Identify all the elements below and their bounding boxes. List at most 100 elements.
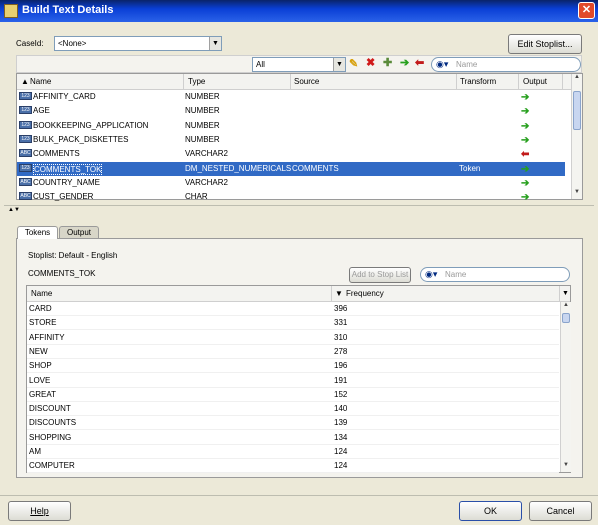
tokens-scrollbar[interactable]: ▲ ▼ <box>560 302 571 472</box>
output-arrow-icon[interactable]: ➔ <box>521 135 529 146</box>
filter-select[interactable]: All ▼ <box>252 57 346 72</box>
table-row[interactable]: NEW 278 <box>27 345 559 359</box>
token-name: AFFINITY <box>29 332 65 342</box>
table-row[interactable]: GREAT 152 <box>27 388 559 402</box>
col-header-token-name[interactable]: Name <box>27 286 332 301</box>
table-row[interactable]: ABC COMMENTS VARCHAR2 ⬅ <box>17 147 565 161</box>
output-arrow-icon[interactable]: ➔ <box>521 106 529 117</box>
close-icon[interactable]: ✕ <box>578 2 595 19</box>
column-name: BOOKKEEPING_APPLICATION <box>33 120 149 130</box>
column-type: DM_NESTED_NUMERICALS <box>185 163 292 173</box>
output-arrow-icon[interactable]: ➔ <box>521 121 529 132</box>
table-row[interactable]: SHOPPING 134 <box>27 431 559 445</box>
edit-stoplist-button[interactable]: Edit Stoplist... <box>508 34 582 54</box>
table-row[interactable]: ABC COUNTRY_NAME VARCHAR2 ➔ <box>17 176 565 190</box>
column-name: CUST_GENDER <box>33 192 94 202</box>
table-row[interactable]: ABC CUST_GENDER CHAR ➔ <box>17 190 565 204</box>
tokens-search-input[interactable]: ◉▾ Name <box>420 267 570 282</box>
tab-tokens[interactable]: Tokens <box>17 226 58 239</box>
col-header-type-label: Type <box>188 77 206 86</box>
caseid-label: CaseId: <box>16 39 44 48</box>
chevron-down-icon[interactable]: ▼ <box>209 37 221 50</box>
title-bar: Build Text Details ✕ <box>0 0 598 22</box>
no-output-icon[interactable]: ⬅ <box>521 149 529 160</box>
column-type: NUMBER <box>185 106 220 116</box>
ok-button[interactable]: OK <box>459 501 522 521</box>
binoculars-icon[interactable]: ◉▾ <box>436 59 448 70</box>
token-name: DISCOUNT <box>29 404 71 414</box>
table-row[interactable]: STORE 331 <box>27 316 559 331</box>
token-name: STORE <box>29 318 57 328</box>
column-type-icon: ABC <box>19 192 32 201</box>
edit-pencil-icon[interactable]: ✎ <box>349 57 358 70</box>
col-header-name[interactable]: ▲ Name <box>17 74 184 89</box>
col-header-transform[interactable]: Transform <box>457 74 519 89</box>
add-icon[interactable]: ✚ <box>383 56 392 69</box>
columns-search-input[interactable]: ◉▾ Name <box>431 57 581 72</box>
col-header-source[interactable]: Source <box>291 74 457 89</box>
table-row[interactable]: SHOP 196 <box>27 359 559 374</box>
token-name: LOVE <box>29 375 51 385</box>
output-arrow-icon[interactable]: ➔ <box>521 164 529 175</box>
stoplist-label: Stoplist: Default - English <box>28 251 118 260</box>
token-frequency: 124 <box>334 461 348 471</box>
col-header-output[interactable]: Output <box>519 74 563 89</box>
help-button[interactable]: Help <box>8 501 71 521</box>
table-row[interactable]: DISCOUNT 140 <box>27 402 559 417</box>
token-name: GREAT <box>29 389 56 399</box>
binoculars-icon[interactable]: ◉▾ <box>425 269 437 280</box>
column-type-icon: 123 <box>19 106 32 115</box>
columns-table-header: ▲ Name Type Source Transform Output <box>17 74 572 90</box>
tokens-table: Name ▼ Frequency ▼ CARD 396 STORE 331 AFFINIT… <box>26 285 571 474</box>
column-menu-icon[interactable]: ▼ <box>561 286 570 301</box>
output-arrow-icon[interactable]: ➔ <box>521 192 529 203</box>
cancel-button[interactable]: Cancel <box>529 501 592 521</box>
table-row[interactable]: 123 COMMENTS_TOK DM_NESTED_NUMERICALS COMME… <box>17 161 565 176</box>
columns-scrollbar[interactable]: ▲ ▼ <box>571 74 582 199</box>
col-header-frequency-label: Frequency <box>346 289 384 298</box>
sort-down-icon: ▼ <box>335 289 343 298</box>
table-row[interactable]: AM 124 <box>27 445 559 459</box>
table-row[interactable]: 123 BULK_PACK_DISKETTES NUMBER ➔ <box>17 133 565 147</box>
table-row[interactable]: CARD 396 <box>27 302 559 316</box>
column-type: NUMBER <box>185 92 220 101</box>
scroll-thumb[interactable] <box>573 91 581 130</box>
add-to-stop-list-button[interactable]: Add to Stop List <box>349 267 411 283</box>
column-type-icon: ABC <box>19 149 32 158</box>
output-arrow-icon[interactable]: ➔ <box>400 56 409 69</box>
output-arrow-icon[interactable]: ➔ <box>521 92 529 103</box>
scroll-down-icon[interactable]: ▼ <box>561 462 571 472</box>
table-row[interactable]: 123 AGE NUMBER ➔ <box>17 104 565 118</box>
remove-output-icon[interactable]: ⬅ <box>415 56 424 69</box>
col-header-transform-label: Transform <box>460 77 497 86</box>
scroll-thumb[interactable] <box>562 313 570 323</box>
token-frequency: 191 <box>334 375 348 385</box>
table-row[interactable]: COMPUTER 124 <box>27 459 559 474</box>
table-row[interactable]: 123 BOOKKEEPING_APPLICATION NUMBER ➔ <box>17 119 565 133</box>
caseid-select[interactable]: <None> ▼ <box>54 36 222 51</box>
tab-output[interactable]: Output <box>59 226 99 238</box>
col-header-frequency[interactable]: ▼ Frequency <box>332 286 560 301</box>
token-name: NEW <box>29 346 48 356</box>
footer-divider <box>0 495 598 496</box>
column-type-icon: ABC <box>19 177 32 186</box>
scroll-up-icon[interactable]: ▲ <box>572 74 582 84</box>
table-row[interactable]: DISCOUNTS 139 <box>27 416 559 431</box>
column-type-icon: 123 <box>19 163 32 172</box>
col-header-output-label: Output <box>523 77 548 86</box>
chevron-down-icon[interactable]: ▼ <box>333 58 345 71</box>
splitter[interactable]: ▲▼ <box>4 205 594 213</box>
col-header-type[interactable]: Type <box>184 74 291 89</box>
splitter-arrows-icon[interactable]: ▲▼ <box>8 207 20 213</box>
window-title: Build Text Details <box>22 4 114 16</box>
token-frequency: 134 <box>334 432 348 442</box>
scroll-down-icon[interactable]: ▼ <box>572 189 582 199</box>
output-arrow-icon[interactable]: ➔ <box>521 178 529 189</box>
table-row[interactable]: AFFINITY 310 <box>27 331 559 345</box>
table-row[interactable]: 123 AFFINITY_CARD NUMBER ➔ <box>17 90 565 104</box>
column-type: NUMBER <box>185 120 220 130</box>
column-name: COUNTRY_NAME <box>33 177 100 187</box>
table-row[interactable]: LOVE 191 <box>27 374 559 388</box>
scroll-up-icon[interactable]: ▲ <box>561 302 571 312</box>
delete-icon[interactable]: ✖ <box>366 56 375 69</box>
